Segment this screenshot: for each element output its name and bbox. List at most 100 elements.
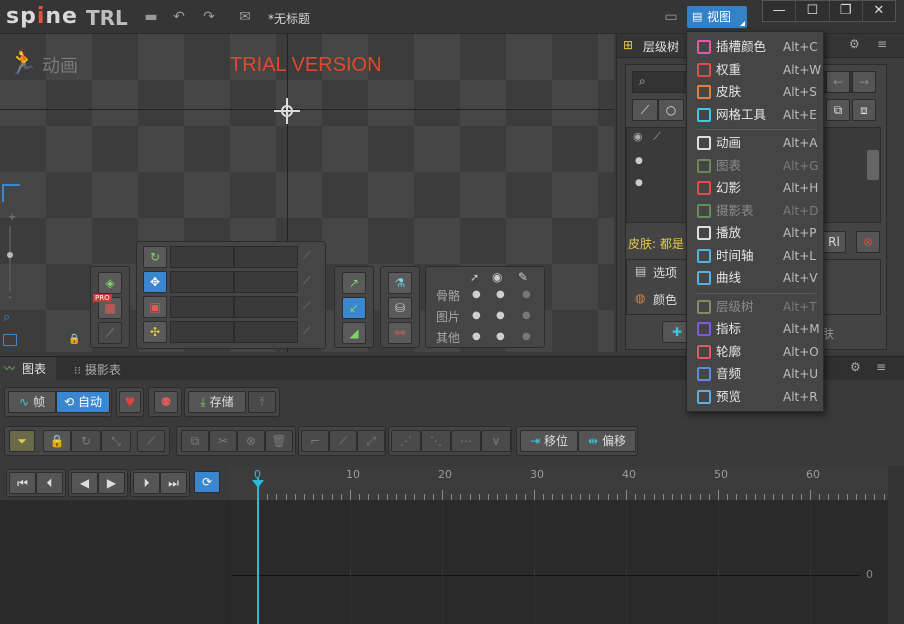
view-menu-item[interactable]: 预览 Alt+R xyxy=(687,386,823,408)
parent-axes-button[interactable]: ↙ xyxy=(342,297,366,319)
translate-link-icon[interactable]: ⟋ xyxy=(303,274,311,288)
lock-keys-icon[interactable]: 🔒 xyxy=(43,430,71,452)
zoom-minus-icon[interactable]: - xyxy=(8,292,12,303)
view-menu-item[interactable]: 曲线 Alt+V xyxy=(687,267,823,289)
view-menu-item[interactable]: 权重 Alt+W xyxy=(687,59,823,81)
view-menu-item[interactable]: 皮肤 Alt+S xyxy=(687,81,823,103)
zoom-slider[interactable] xyxy=(9,226,11,292)
cut-keys-icon[interactable]: ✂ xyxy=(209,430,237,452)
view-menu-item[interactable]: 指标 Alt+M xyxy=(687,318,823,340)
rotate-tool-button[interactable]: ↻ xyxy=(143,246,167,268)
auto-key-button[interactable]: ⟲ 自动 xyxy=(56,391,110,413)
zoom-slider-handle[interactable] xyxy=(7,252,13,258)
shear-tool-button[interactable]: ✣ xyxy=(143,321,167,343)
local-axes-button[interactable]: ↗ xyxy=(342,272,366,294)
view-menu-item[interactable]: 网格工具 Alt+E xyxy=(687,104,823,126)
graph-area[interactable]: 0 xyxy=(0,500,888,624)
restore-button[interactable]: ❐ xyxy=(830,1,863,21)
skin-delete-button[interactable]: ⊗ xyxy=(856,231,880,253)
zoom-plus-icon[interactable]: + xyxy=(8,212,16,223)
stepped-curve-icon[interactable]: ⌐ xyxy=(301,430,329,452)
bones-select-toggle[interactable]: ● xyxy=(472,289,481,300)
next-frame-icon[interactable]: ⏵ xyxy=(133,472,160,494)
tab-graph[interactable]: 〰 图表 xyxy=(0,357,56,381)
key-bones-icon[interactable]: ⚉ xyxy=(154,391,178,413)
ease-inout-icon[interactable]: ⋯ xyxy=(451,430,481,452)
bones-names-toggle[interactable]: ● xyxy=(522,289,531,300)
shear-y-field[interactable] xyxy=(234,321,298,343)
scale-link-icon[interactable]: ⟋ xyxy=(303,299,311,313)
playhead[interactable] xyxy=(257,478,259,624)
graph-menu-icon[interactable]: ≡ xyxy=(876,360,886,374)
translate-y-field[interactable] xyxy=(234,271,298,293)
other-visible-toggle[interactable]: ● xyxy=(496,331,505,342)
view-menu-item[interactable]: 播放 Alt+P xyxy=(687,222,823,244)
loop-icon[interactable]: ⟳ xyxy=(194,471,220,493)
link-filter-icon[interactable]: ⟋ xyxy=(137,430,165,452)
ease-in-icon[interactable]: ⋰ xyxy=(391,430,421,452)
play-reverse-icon[interactable]: ◀ xyxy=(71,472,98,494)
shear-link-icon[interactable]: ⟋ xyxy=(303,324,311,338)
view-menu-button[interactable]: ▤ 视图 xyxy=(687,6,747,28)
images-select-toggle[interactable]: ● xyxy=(472,310,481,321)
create-tool-button[interactable]: ⟋ xyxy=(98,322,122,344)
images-visible-toggle[interactable]: ● xyxy=(496,310,505,321)
view-menu-item[interactable]: 幻影 Alt+H xyxy=(687,177,823,199)
linear-curve-icon[interactable]: ⟋ xyxy=(329,430,357,452)
next-result-button[interactable]: → xyxy=(852,71,876,93)
filter-icon[interactable]: ⏷ xyxy=(9,430,35,452)
world-axes-button[interactable]: ◢ xyxy=(342,322,366,344)
graph-tree[interactable] xyxy=(0,500,228,624)
ease-custom-icon[interactable]: ∨ xyxy=(481,430,511,452)
clear-store-icon[interactable]: ⤒ xyxy=(248,391,276,413)
origin-crosshair-icon[interactable] xyxy=(274,98,300,124)
prev-result-button[interactable]: ← xyxy=(826,71,850,93)
pose-tool-button[interactable]: ◈ xyxy=(98,272,122,294)
rotate-filter-icon[interactable]: ↻ xyxy=(71,430,101,452)
scale-y-field[interactable] xyxy=(234,296,298,318)
images-names-toggle[interactable]: ● xyxy=(522,310,531,321)
bones-visible-toggle[interactable]: ● xyxy=(496,289,505,300)
other-names-toggle[interactable]: ● xyxy=(522,331,531,342)
options-label[interactable]: 选项 xyxy=(653,264,677,281)
scale-filter-icon[interactable]: ⤡ xyxy=(101,430,131,452)
colors-label[interactable]: 颜色 xyxy=(653,291,677,308)
frame-button[interactable]: ∿ 帧 xyxy=(8,391,56,413)
undo-icon[interactable]: ↶ xyxy=(170,8,188,26)
circle-tool-button[interactable]: ○ xyxy=(658,99,684,121)
panel-menu-icon[interactable]: ≡ xyxy=(877,37,887,51)
translate-keys-button[interactable]: ⇥ 移位 xyxy=(520,430,578,452)
compensate-other-button[interactable]: ⚯ xyxy=(388,322,412,344)
view-menu-item[interactable]: 时间轴 Alt+L xyxy=(687,245,823,267)
copy-button[interactable]: ⧉ xyxy=(826,99,850,121)
tree-row-dot[interactable]: ● xyxy=(635,156,643,166)
fit-view-icon[interactable] xyxy=(3,334,17,346)
graph-scrollbar[interactable] xyxy=(888,466,904,624)
delete-keys-icon[interactable]: ⊗ xyxy=(237,430,265,452)
offset-keys-button[interactable]: ⇹ 偏移 xyxy=(578,430,636,452)
close-button[interactable]: ✕ xyxy=(863,1,895,21)
rotate-value-field-2[interactable] xyxy=(234,246,298,268)
tree-row-dot[interactable]: ● xyxy=(635,178,643,188)
translate-tool-button[interactable]: ✥ xyxy=(143,271,167,293)
last-frame-icon[interactable]: ⏭ xyxy=(160,472,187,494)
first-frame-icon[interactable]: ⏮ xyxy=(9,472,36,494)
graph-settings-icon[interactable]: ⚙ xyxy=(850,360,861,374)
view-menu-item[interactable]: 音频 Alt+U xyxy=(687,363,823,385)
view-menu-item[interactable]: 插槽颜色 Alt+C xyxy=(687,36,823,58)
scale-tool-button[interactable]: ▣ xyxy=(143,296,167,318)
open-folder-icon[interactable]: ▬ xyxy=(142,8,160,26)
view-menu-item[interactable]: 轮廓 Alt+O xyxy=(687,341,823,363)
tree-scrollbar[interactable] xyxy=(867,150,879,180)
play-forward-icon[interactable]: ▶ xyxy=(98,472,125,494)
paste-button[interactable]: ⧈ xyxy=(852,99,876,121)
settings-sliders-icon[interactable]: ⚙ xyxy=(849,37,860,51)
brush-tool-button[interactable]: ⟋ xyxy=(632,99,658,121)
redo-icon[interactable]: ↷ xyxy=(200,8,218,26)
compensate-images-button[interactable]: ⛁ xyxy=(388,297,412,319)
view-menu-item[interactable]: 动画 Alt+A xyxy=(687,132,823,154)
compensate-bones-button[interactable]: ⚗ xyxy=(388,272,412,294)
copy-keys-icon[interactable]: ⧉ xyxy=(181,430,209,452)
canvas-viewport[interactable]: 🏃 动画 TRIAL VERSION + - ⌕ 🔒 ◈ ▩ PRO ⟋ ↻ ⟋… xyxy=(0,34,614,352)
ease-out-icon[interactable]: ⋱ xyxy=(421,430,451,452)
